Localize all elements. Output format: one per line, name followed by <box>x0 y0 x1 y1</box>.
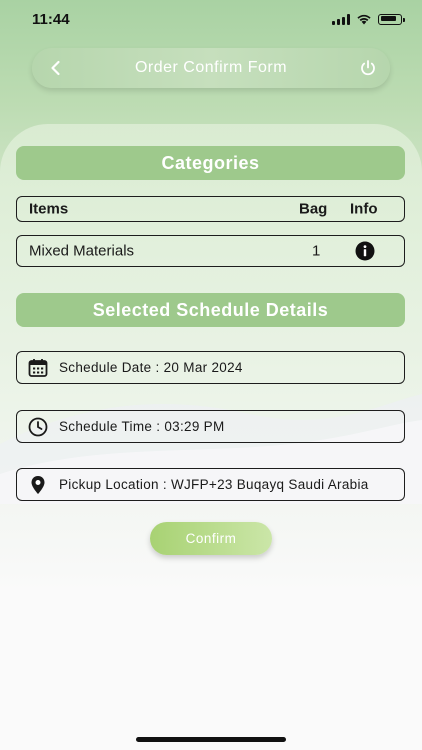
confirm-button[interactable]: Confirm <box>150 522 272 555</box>
home-indicator <box>136 737 286 742</box>
main-card: Categories Items Bag Info Mixed Material… <box>0 124 422 750</box>
schedule-date-text: Schedule Date : 20 Mar 2024 <box>59 360 243 375</box>
bag-count: 1 <box>312 242 321 260</box>
page-title: Order Confirm Form <box>134 59 288 76</box>
info-icon[interactable] <box>355 241 375 261</box>
item-name: Mixed Materials <box>29 242 135 260</box>
app-header: Order Confirm Form <box>32 48 390 88</box>
pickup-location-field: Pickup Location : WJFP+23 Buqayq Saudi A… <box>16 468 405 501</box>
status-bar: 11:44 <box>0 0 422 40</box>
battery-icon <box>378 13 405 25</box>
categories-heading: Categories <box>16 146 405 180</box>
clock-icon <box>28 417 48 436</box>
calendar-icon <box>28 358 48 377</box>
pickup-location-text: Pickup Location : WJFP+23 Buqayq Saudi A… <box>59 477 369 492</box>
schedule-time-text: Schedule Time : 03:29 PM <box>59 419 225 434</box>
schedule-time-field: Schedule Time : 03:29 PM <box>16 410 405 443</box>
schedule-heading: Selected Schedule Details <box>16 293 405 327</box>
wifi-icon <box>357 14 371 25</box>
column-header-bag: Bag <box>299 200 328 218</box>
location-pin-icon <box>31 475 45 494</box>
schedule-date-field: Schedule Date : 20 Mar 2024 <box>16 351 405 384</box>
info-button[interactable] <box>355 241 375 261</box>
column-header-info: Info <box>350 200 378 218</box>
table-row: Mixed Materials 1 <box>16 235 405 267</box>
status-icons <box>332 13 405 25</box>
status-time: 11:44 <box>32 11 70 28</box>
power-icon[interactable] <box>358 58 378 78</box>
cellular-signal-icon <box>332 13 350 25</box>
column-header-items: Items <box>29 200 69 218</box>
categories-table-header: Items Bag Info <box>16 196 405 222</box>
